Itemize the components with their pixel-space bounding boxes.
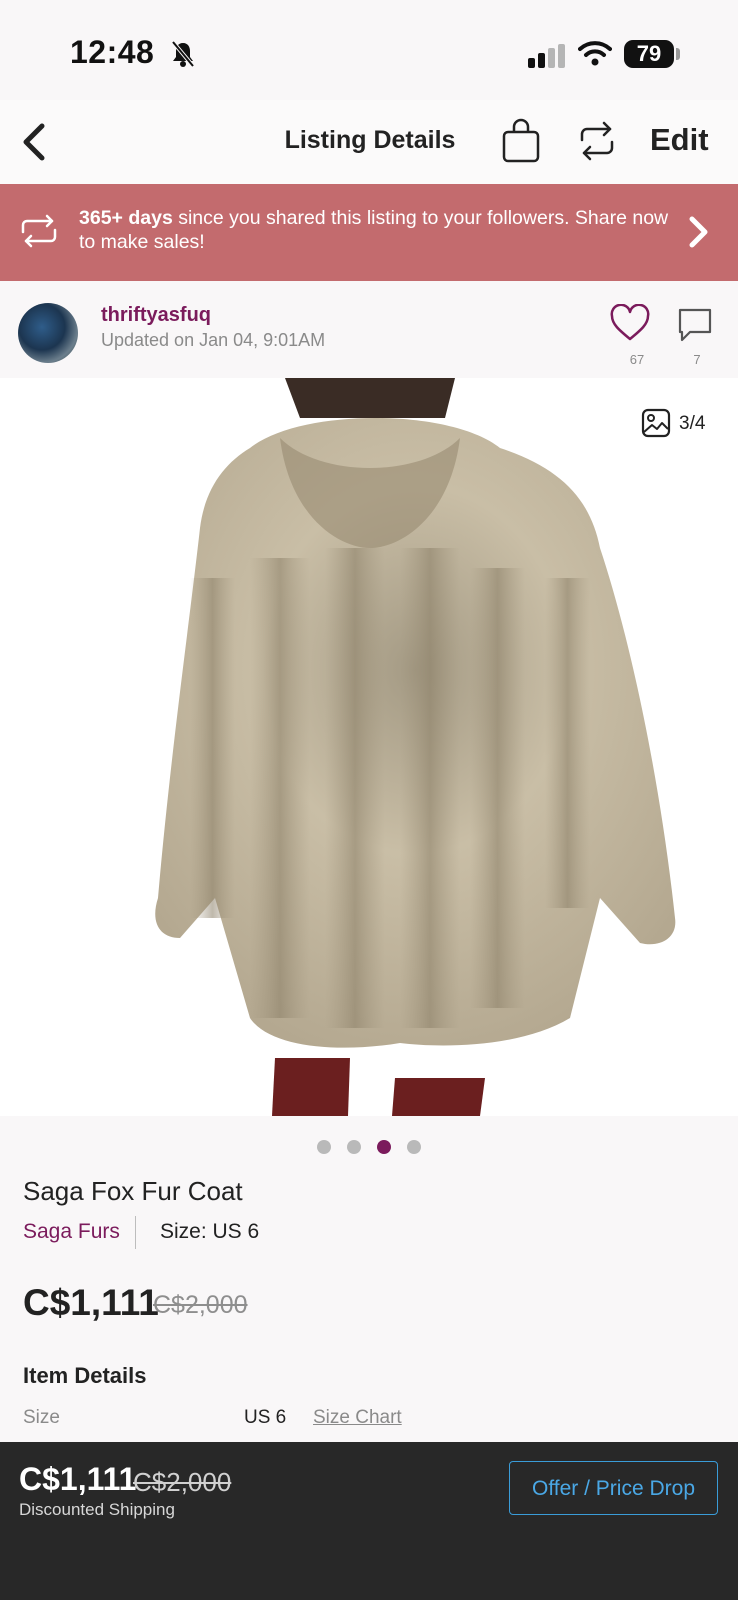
size-label: Size: [23, 1407, 60, 1428]
size-chart-link[interactable]: Size Chart: [313, 1407, 402, 1429]
item-size: Size: US 6: [160, 1220, 260, 1243]
item-details-heading: Item Details: [23, 1363, 147, 1388]
bottom-price: C$1,111: [19, 1461, 137, 1497]
updated-timestamp: Updated on Jan 04, 9:01AM: [101, 330, 326, 350]
item-title: Saga Fox Fur Coat: [23, 1176, 243, 1206]
like-heart-icon[interactable]: [609, 304, 651, 342]
wifi-icon: [578, 41, 612, 66]
back-chevron-icon[interactable]: [14, 118, 54, 166]
page-title: Listing Details: [284, 126, 456, 154]
battery-indicator: 79: [624, 40, 674, 68]
cellular-signal-icon: [528, 44, 565, 68]
comments-count: 7: [693, 352, 701, 367]
bottom-original-price: C$2,000: [133, 1467, 232, 1497]
comment-bubble-icon[interactable]: [676, 306, 714, 344]
status-time: 12:48: [70, 34, 155, 70]
share-repeat-icon: [21, 214, 57, 248]
pager-dot[interactable]: [347, 1140, 361, 1154]
bell-muted-icon: [171, 40, 195, 68]
photo-counter: 3/4: [679, 413, 706, 434]
share-repeat-icon[interactable]: [576, 118, 618, 164]
banner-bold-text: 365+ days: [79, 207, 173, 229]
shopping-bag-icon[interactable]: [500, 118, 542, 164]
likes-count: 67: [629, 352, 645, 367]
photo-gallery-icon: [641, 408, 671, 438]
battery-tip: [676, 48, 680, 60]
pager-dot[interactable]: [317, 1140, 331, 1154]
pager-dot-active[interactable]: [377, 1140, 391, 1154]
edit-button[interactable]: Edit: [650, 122, 709, 158]
original-price: C$2,000: [153, 1291, 248, 1319]
brand-link[interactable]: Saga Furs: [23, 1220, 120, 1244]
fur-coat-image: [155, 378, 676, 1116]
seller-username[interactable]: thriftyasfuq: [101, 304, 211, 327]
shipping-note: Discounted Shipping: [19, 1500, 175, 1519]
item-price: C$1,111: [23, 1282, 159, 1323]
divider: [135, 1216, 136, 1249]
listing-photo[interactable]: [0, 378, 738, 1116]
pager-dot[interactable]: [407, 1140, 421, 1154]
size-value: US 6: [244, 1407, 287, 1428]
offer-price-drop-button[interactable]: Offer / Price Drop: [509, 1461, 718, 1515]
seller-avatar[interactable]: [18, 303, 78, 363]
chevron-right-icon[interactable]: [686, 214, 710, 250]
banner-message: 365+ days since you shared this listing …: [79, 206, 669, 254]
